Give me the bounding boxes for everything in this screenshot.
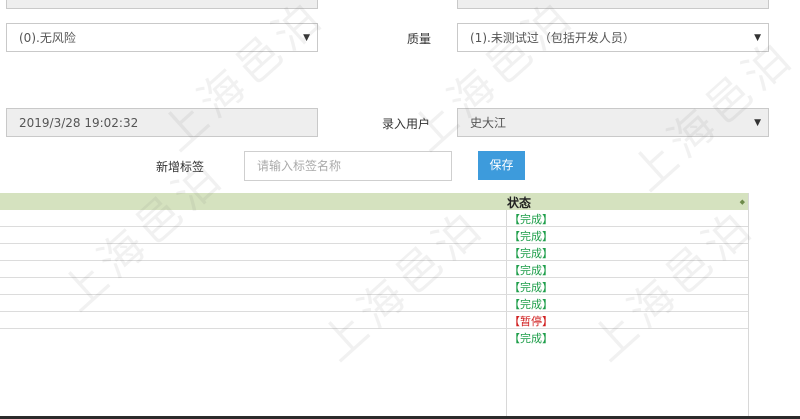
top-left-field[interactable] [6, 0, 318, 9]
quality-select-value: (1).未测试过（包括开发人员） [470, 31, 635, 45]
status-cell: 【暂停】 [509, 315, 553, 328]
status-cell: 【完成】 [509, 247, 553, 260]
status-cell: 【完成】 [509, 298, 553, 311]
status-column-header[interactable]: 状态 [507, 194, 531, 211]
entry-user-select[interactable]: 史大江 ▼ [457, 108, 769, 137]
status-cell: 【完成】 [509, 230, 553, 243]
table-row[interactable]: 【完成】 [0, 295, 748, 312]
chevron-down-icon: ▼ [303, 33, 310, 43]
table-row[interactable]: 【完成】 [0, 329, 748, 346]
table-row[interactable]: 【完成】 [0, 227, 748, 244]
table-row[interactable]: 【完成】 [0, 278, 748, 295]
entry-time-value: 2019/3/28 19:02:32 [19, 116, 139, 130]
entry-user-label: 录入用户 [382, 117, 431, 131]
chevron-down-icon: ▼ [754, 118, 761, 128]
risk-select-value: (0).无风险 [19, 31, 76, 45]
entry-time-field: 2019/3/28 19:02:32 [6, 108, 318, 137]
quality-label: 质量 [407, 32, 432, 46]
status-cell: 【完成】 [509, 264, 553, 277]
save-button[interactable]: 保存 [478, 151, 525, 180]
data-grid: 状态 ◆ 【完成】 【完成】 【完成】 【完成】 【完成】 【完成】 【暂停】 … [0, 193, 749, 419]
table-row[interactable]: 【完成】 [0, 261, 748, 278]
grid-header: 状态 ◆ [0, 193, 748, 210]
chevron-down-icon: ▼ [754, 33, 761, 43]
risk-select[interactable]: (0).无风险 ▼ [6, 23, 318, 52]
top-right-field[interactable] [457, 0, 769, 9]
quality-select[interactable]: (1).未测试过（包括开发人员） ▼ [457, 23, 769, 52]
entry-user-value: 史大江 [470, 116, 507, 130]
tag-name-input[interactable] [244, 151, 452, 181]
table-row[interactable]: 【暂停】 [0, 312, 748, 329]
table-row[interactable]: 【完成】 [0, 244, 748, 261]
status-cell: 【完成】 [509, 281, 553, 294]
status-cell: 【完成】 [509, 332, 553, 345]
sort-icon[interactable]: ◆ [740, 198, 745, 206]
table-row[interactable]: 【完成】 [0, 210, 748, 227]
status-cell: 【完成】 [509, 213, 553, 226]
new-tag-label: 新增标签 [156, 160, 205, 174]
